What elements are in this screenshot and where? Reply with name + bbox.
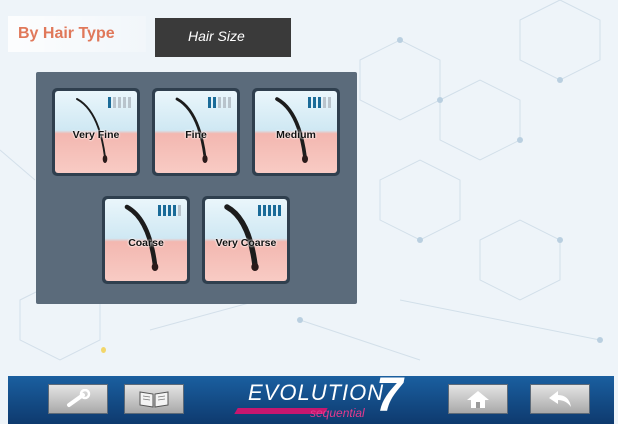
hair-type-tile-coarse[interactable]: Coarse	[102, 196, 190, 284]
tile-illustration: Very Coarse	[205, 199, 287, 281]
hair-size-level-bars	[208, 97, 231, 108]
hair-type-tile-very-fine[interactable]: Very Fine	[52, 88, 140, 176]
hair-type-tile-fine[interactable]: Fine	[152, 88, 240, 176]
tile-illustration: Coarse	[105, 199, 187, 281]
home-icon	[467, 391, 489, 408]
manual-button[interactable]	[124, 384, 184, 414]
level-bar	[268, 205, 271, 216]
level-bar	[263, 205, 266, 216]
settings-button[interactable]	[48, 384, 108, 414]
hair-type-label: Fine	[185, 129, 207, 141]
level-bar	[168, 205, 171, 216]
tab-hair-size[interactable]: Hair Size	[155, 18, 291, 57]
book-icon	[139, 391, 169, 408]
hair-size-level-bars	[258, 205, 281, 216]
hair-type-tile-medium[interactable]: Medium	[252, 88, 340, 176]
hair-type-tile-very-coarse[interactable]: Very Coarse	[202, 196, 290, 284]
page-title: By Hair Type	[8, 16, 146, 52]
level-bar	[313, 97, 316, 108]
level-bar	[113, 97, 116, 108]
level-bar	[328, 97, 331, 108]
level-bar	[158, 205, 161, 216]
evolution7-logo: EVOLUTION 7 sequential	[218, 372, 418, 424]
indicator-dot	[101, 347, 106, 353]
hair-type-label: Medium	[276, 129, 316, 141]
level-bar	[213, 97, 216, 108]
level-bar	[118, 97, 121, 108]
level-bar	[123, 97, 126, 108]
level-bar	[223, 97, 226, 108]
back-button[interactable]	[530, 384, 590, 414]
logo-subtitle: sequential	[310, 406, 365, 420]
level-bar	[108, 97, 111, 108]
level-bar	[208, 97, 211, 108]
level-bar	[163, 205, 166, 216]
tile-illustration: Fine	[155, 91, 237, 173]
hair-type-panel: Very Fine Fine Medium Coarse Very Coarse	[36, 72, 357, 304]
hair-size-level-bars	[308, 97, 331, 108]
hair-type-label: Very Fine	[72, 129, 120, 141]
hair-type-label: Coarse	[128, 237, 164, 249]
back-arrow-icon	[549, 391, 571, 407]
level-bar	[258, 205, 261, 216]
level-bar	[128, 97, 131, 108]
level-bar	[318, 97, 321, 108]
home-button[interactable]	[448, 384, 508, 414]
hair-size-level-bars	[108, 97, 131, 108]
wrench-icon	[67, 389, 91, 407]
logo-number: 7	[376, 369, 403, 422]
level-bar	[278, 205, 281, 216]
hair-size-level-bars	[158, 205, 181, 216]
level-bar	[218, 97, 221, 108]
level-bar	[308, 97, 311, 108]
level-bar	[273, 205, 276, 216]
tile-illustration: Very Fine	[55, 91, 137, 173]
level-bar	[173, 205, 176, 216]
logo-text: EVOLUTION	[248, 380, 385, 405]
level-bar	[323, 97, 326, 108]
tile-illustration: Medium	[255, 91, 337, 173]
footer-bar: EVOLUTION 7 sequential	[8, 372, 614, 424]
hair-type-label: Very Coarse	[215, 237, 277, 249]
level-bar	[228, 97, 231, 108]
level-bar	[178, 205, 181, 216]
